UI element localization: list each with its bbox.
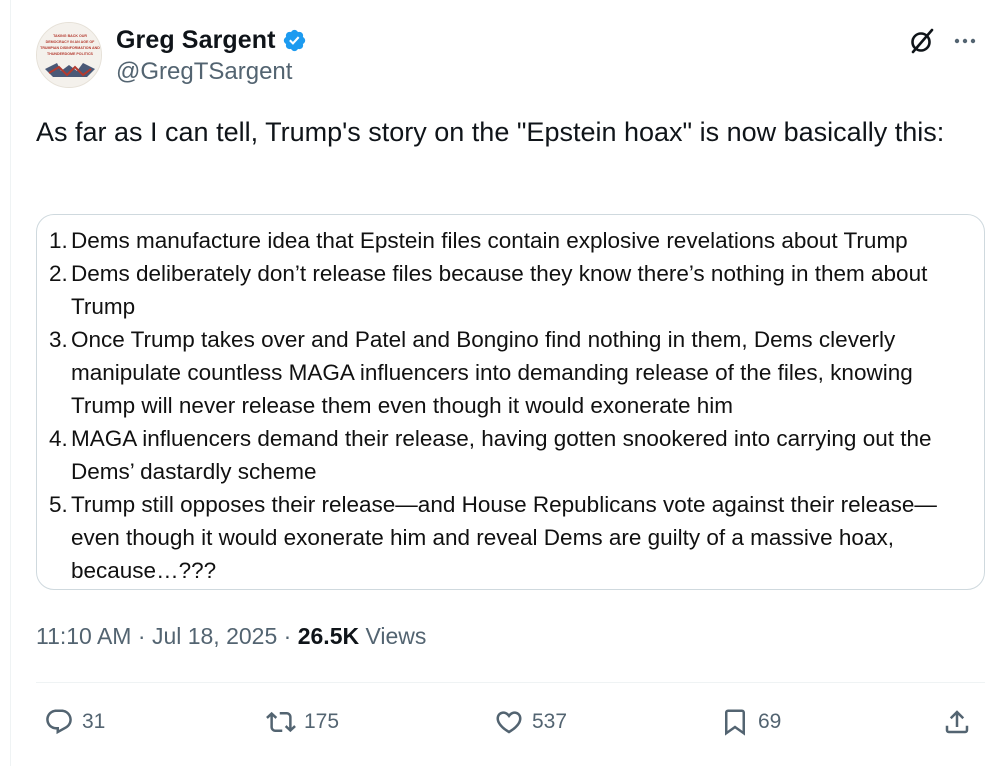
- bookmark-button[interactable]: 69: [720, 700, 781, 744]
- display-name[interactable]: Greg Sargent: [116, 26, 276, 55]
- list-text: Once Trump takes over and Patel and Bong…: [71, 327, 913, 418]
- tweet: TAKING BACK OUR DEMOCRACY IN AN AGE OF T…: [0, 0, 1000, 766]
- repost-icon: [266, 711, 296, 733]
- like-icon: [496, 711, 522, 734]
- list-text: Trump still opposes their release—and Ho…: [71, 492, 937, 583]
- list-number: 2.: [49, 261, 68, 286]
- tweet-text: As far as I can tell, Trump's story on t…: [36, 117, 945, 147]
- display-name-row: Greg Sargent: [116, 24, 307, 56]
- tweet-time[interactable]: 11:10 AM: [36, 623, 131, 649]
- reply-count: 31: [82, 710, 106, 733]
- like-count: 537: [532, 710, 568, 733]
- meta-separator: ·: [277, 623, 298, 649]
- timeline-edge: [10, 0, 11, 766]
- svg-text:TAKING BACK OUR: TAKING BACK OUR: [53, 34, 87, 38]
- share-button[interactable]: [942, 700, 972, 744]
- repost-count: 175: [304, 710, 340, 733]
- bookmark-icon: [725, 709, 745, 736]
- list-number: 4.: [49, 426, 68, 451]
- list-item: 4. MAGA influencers demand their release…: [49, 422, 972, 488]
- meta-separator: ·: [131, 623, 152, 649]
- share-icon: [945, 710, 969, 734]
- divider: [36, 682, 985, 683]
- svg-text:TRUMPIAN DISINFORMATION AND: TRUMPIAN DISINFORMATION AND: [40, 46, 100, 50]
- reply-button[interactable]: 31: [44, 700, 105, 744]
- list-item: 2. Dems deliberately don’t release files…: [49, 257, 972, 323]
- media-image[interactable]: 1. Dems manufacture idea that Epstein fi…: [36, 214, 985, 590]
- verified-badge-icon[interactable]: [282, 28, 307, 53]
- list-number: 1.: [49, 228, 68, 253]
- list-text: Dems deliberately don’t release files be…: [71, 261, 928, 319]
- list-item: 5. Trump still opposes their release—and…: [49, 488, 972, 587]
- reply-icon: [46, 709, 72, 735]
- list-item: 3. Once Trump takes over and Patel and B…: [49, 323, 972, 422]
- grok-icon[interactable]: [908, 27, 936, 55]
- tweet-header: TAKING BACK OUR DEMOCRACY IN AN AGE OF T…: [36, 22, 980, 92]
- svg-text:DEMOCRACY IN AN AGE OF: DEMOCRACY IN AN AGE OF: [46, 40, 96, 44]
- header-actions: [908, 26, 980, 56]
- repost-button[interactable]: 175: [266, 700, 339, 744]
- list-number: 3.: [49, 327, 68, 352]
- list-text: MAGA influencers demand their release, h…: [71, 426, 932, 484]
- handle[interactable]: @GregTSargent: [116, 58, 307, 86]
- bookmark-count: 69: [758, 710, 782, 733]
- numbered-list: 1. Dems manufacture idea that Epstein fi…: [37, 215, 984, 587]
- like-button[interactable]: 537: [494, 700, 567, 744]
- list-item: 1. Dems manufacture idea that Epstein fi…: [49, 224, 972, 257]
- avatar[interactable]: TAKING BACK OUR DEMOCRACY IN AN AGE OF T…: [36, 22, 102, 88]
- author-block: Greg Sargent @GregTSargent: [116, 24, 307, 86]
- more-icon[interactable]: [950, 26, 980, 56]
- list-number: 5.: [49, 492, 68, 517]
- views-count: 26.5K: [297, 623, 360, 649]
- views-label: Views: [359, 623, 427, 649]
- list-text: Dems manufacture idea that Epstein files…: [71, 228, 908, 253]
- avatar-image: TAKING BACK OUR DEMOCRACY IN AN AGE OF T…: [37, 23, 101, 87]
- svg-text:THUNDERDOME POLITICS: THUNDERDOME POLITICS: [47, 52, 94, 56]
- tweet-meta: 11:10 AM · Jul 18, 2025 · 26.5K Views: [36, 620, 426, 652]
- action-bar: 31 175 537 69: [36, 700, 980, 744]
- tweet-date[interactable]: Jul 18, 2025: [152, 623, 277, 649]
